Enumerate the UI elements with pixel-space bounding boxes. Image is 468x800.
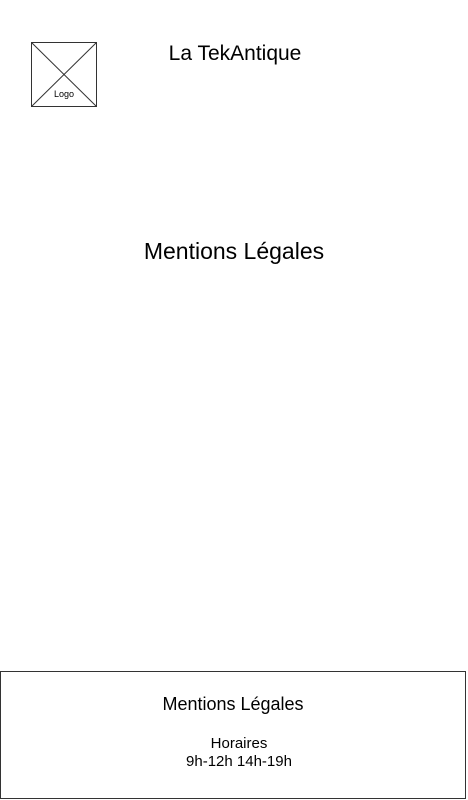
logo-label: Logo	[53, 89, 75, 99]
logo-placeholder[interactable]: Logo	[31, 42, 97, 107]
footer: Mentions Légales Horaires 9h-12h 14h-19h	[0, 671, 466, 799]
footer-hours-value: 9h-12h 14h-19h	[186, 753, 292, 770]
footer-legal-link[interactable]: Mentions Légales	[1, 693, 465, 715]
footer-hours-label: Horaires	[210, 735, 268, 752]
page-title: Mentions Légales	[143, 238, 325, 264]
site-title: La TekAntique	[168, 42, 302, 65]
